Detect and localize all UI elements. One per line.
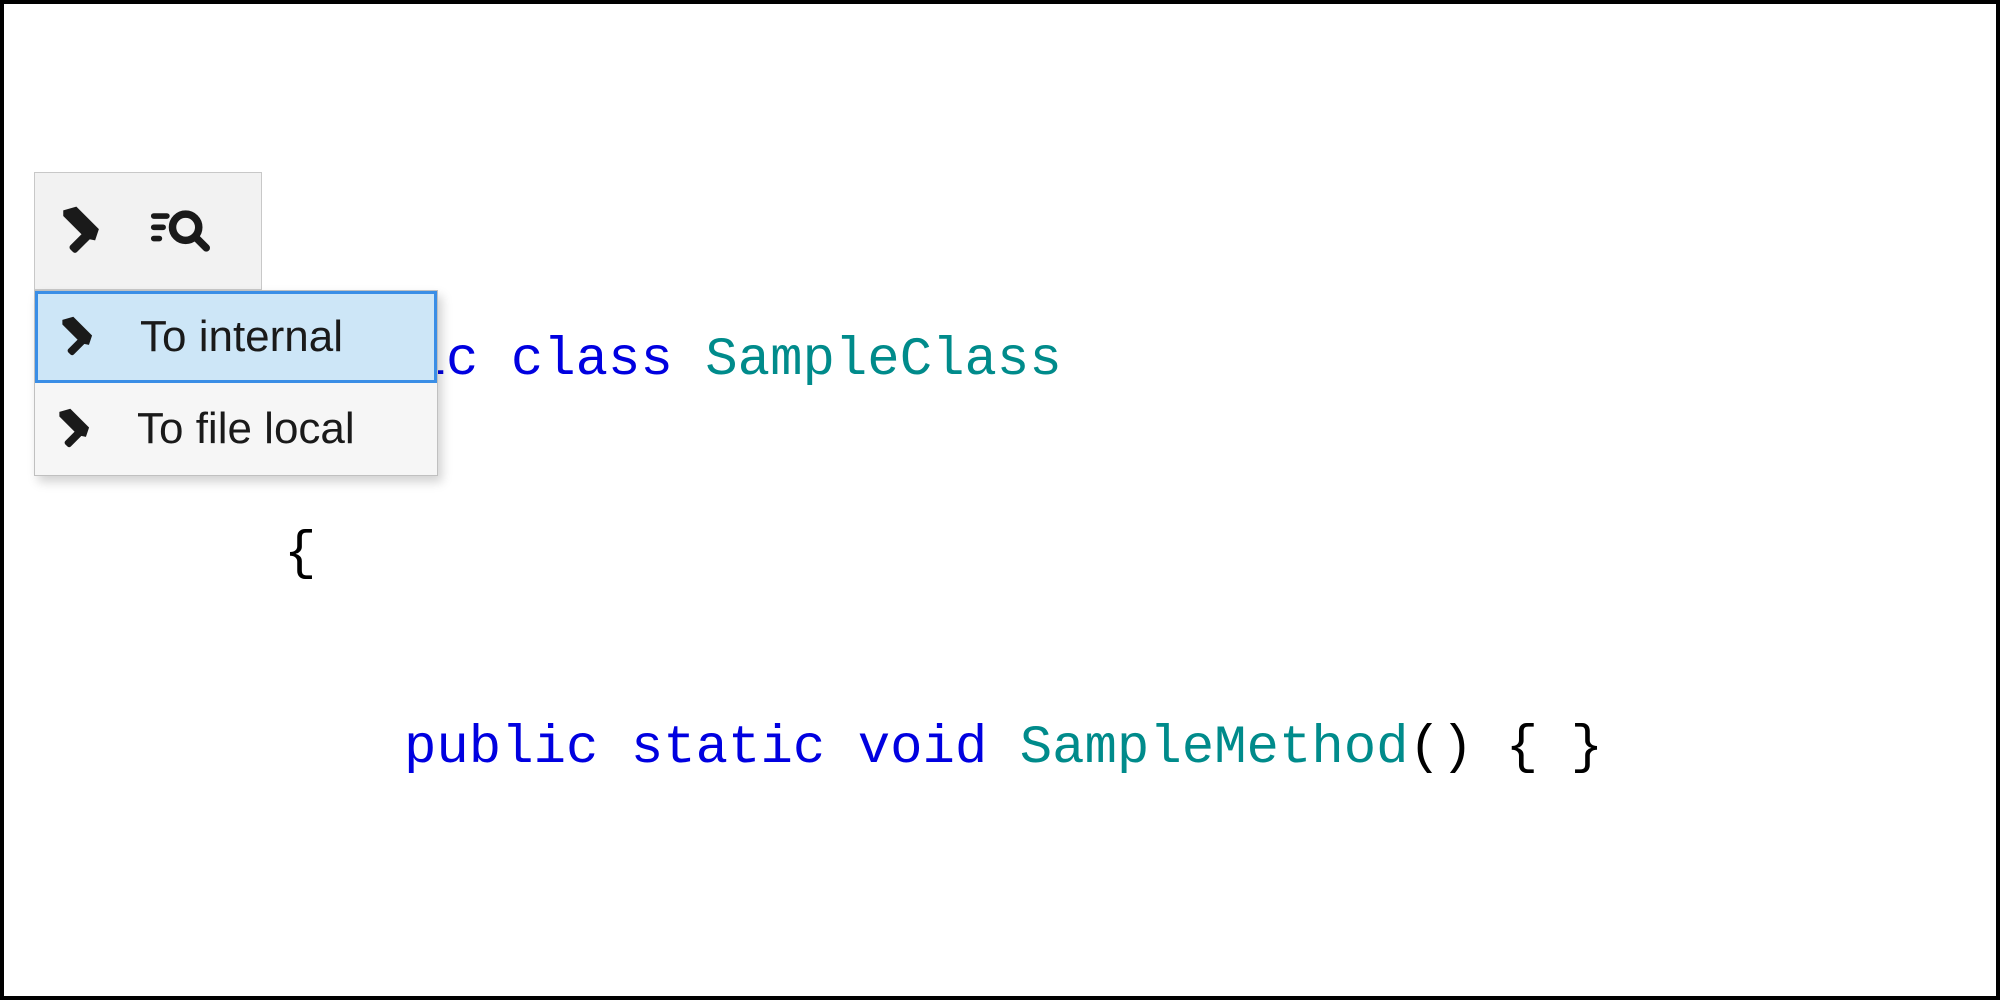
code-editor[interactable]: public class SampleClass { public static…: [284, 199, 1603, 847]
menu-item-to-file-local[interactable]: To file local: [35, 383, 437, 475]
hammer-icon: [50, 309, 106, 365]
method-name: SampleMethod: [1020, 718, 1409, 779]
hammer-icon[interactable]: [47, 196, 117, 266]
keyword: void: [858, 718, 988, 779]
type-name: SampleClass: [705, 330, 1061, 391]
code-line-brace: {: [284, 523, 1603, 588]
code-line: public class SampleClass: [284, 329, 1603, 394]
method-signature-rest: () { }: [1409, 718, 1603, 779]
preview-icon[interactable]: [145, 196, 215, 266]
keyword: static: [631, 718, 825, 779]
menu-item-label: To file local: [137, 404, 425, 454]
quick-actions-toolbar: [34, 172, 262, 290]
keyword: public: [404, 718, 598, 779]
menu-item-label: To internal: [140, 312, 422, 362]
refactor-menu: To internal To file local: [34, 290, 438, 476]
menu-item-to-internal[interactable]: To internal: [35, 291, 437, 383]
keyword: class: [511, 330, 673, 391]
hammer-icon: [47, 401, 103, 457]
code-line: public static void SampleMethod() { }: [284, 717, 1603, 782]
